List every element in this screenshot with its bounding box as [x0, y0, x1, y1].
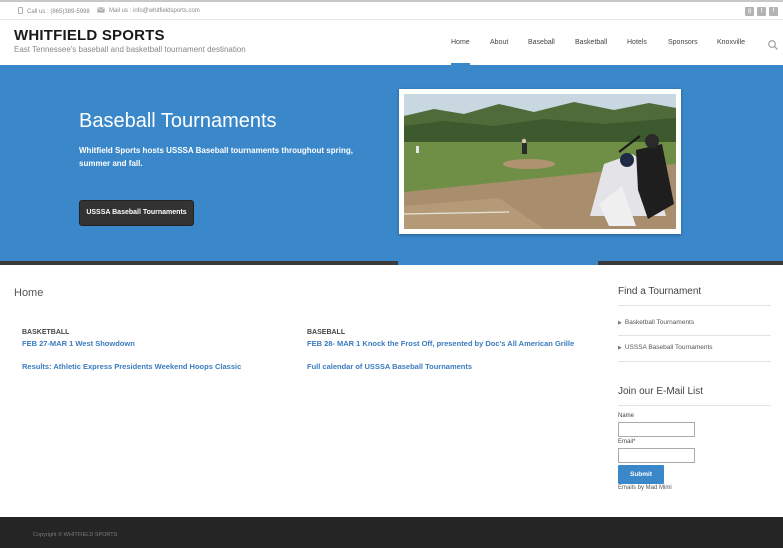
- nav-item-basketball[interactable]: Basketball: [575, 39, 607, 46]
- hero-cta-button[interactable]: USSSA Baseball Tournaments: [79, 200, 194, 226]
- mad-mimi-link[interactable]: Emails by Mad Mimi: [618, 485, 672, 491]
- nav-item-knoxville[interactable]: Knoxville: [717, 39, 745, 46]
- find-tournament-title: Find a Tournament: [618, 286, 702, 297]
- slider-pagination: [0, 261, 783, 265]
- baseball-game-image: [404, 94, 676, 229]
- hero-text: Whitfield Sports hosts USSSA Baseball to…: [79, 146, 353, 168]
- basketball-heading: BASKETBALL: [22, 329, 70, 336]
- divider: [618, 335, 771, 336]
- phone-contact: Call us : (865)389-5998: [18, 7, 90, 15]
- nav-item-baseball[interactable]: Baseball: [528, 39, 555, 46]
- google-plus-icon[interactable]: g: [745, 7, 754, 16]
- basketball-column: BASKETBALL FEB 27-MAR 1 West Showdown Re…: [22, 329, 307, 371]
- slide-indicator-1[interactable]: [0, 261, 197, 265]
- nav-item-hotels[interactable]: Hotels: [627, 39, 647, 46]
- mail-contact[interactable]: Mail us : info@whitfieldsports.com: [97, 7, 200, 14]
- submit-button[interactable]: Submit: [618, 465, 664, 484]
- nav-item-sponsors[interactable]: Sponsors: [668, 39, 698, 46]
- email-label: Email*: [618, 439, 636, 445]
- triangle-right-icon: ▶: [618, 320, 622, 326]
- baseball-heading: BASEBALL: [307, 329, 346, 336]
- sidebar-link-label: Basketball Tournaments: [624, 319, 695, 326]
- nav-item-home[interactable]: Home: [451, 39, 470, 46]
- top-bar: Call us : (865)389-5998 Mail us : info@w…: [0, 0, 783, 20]
- facebook-icon[interactable]: f: [769, 7, 778, 16]
- sidebar-link-label: USSSA Baseball Tournaments: [624, 344, 713, 351]
- name-field[interactable]: [618, 422, 695, 437]
- divider: [618, 361, 771, 362]
- twitter-icon[interactable]: t: [757, 7, 766, 16]
- slide-indicator-4[interactable]: [600, 261, 783, 265]
- site-tagline: East Tennessee's baseball and basketball…: [14, 45, 246, 54]
- phone-text: Call us : (865)389-5998: [27, 9, 90, 15]
- divider: [618, 305, 771, 306]
- name-label: Name: [618, 413, 635, 419]
- baseball-calendar-link[interactable]: Full calendar of USSSA Baseball Tourname…: [307, 362, 592, 371]
- mail-icon: [97, 7, 105, 13]
- triangle-right-icon: ▶: [618, 345, 622, 351]
- site-footer: Copyright © WHITFIELD SPORTS: [0, 517, 783, 548]
- hero-slider: Baseball Tournaments Whitfield Sports ho…: [0, 65, 783, 261]
- sidebar-link-basketball[interactable]: ▶ Basketball Tournaments: [618, 319, 694, 326]
- hero-photo: [399, 89, 681, 234]
- slide-indicator-3-active[interactable]: [398, 261, 598, 265]
- email-list-title: Join our E-Mail List: [618, 386, 704, 397]
- hero-title: Baseball Tournaments: [79, 110, 277, 132]
- basketball-results-link[interactable]: Results: Athletic Express Presidents Wee…: [22, 362, 307, 371]
- nav-item-about[interactable]: About: [490, 39, 508, 46]
- baseball-column: BASEBALL FEB 28- MAR 1 Knock the Frost O…: [307, 329, 592, 371]
- basketball-event-link[interactable]: FEB 27-MAR 1 West Showdown: [22, 339, 307, 348]
- divider: [618, 405, 771, 406]
- slide-indicator-2[interactable]: [199, 261, 396, 265]
- copyright-text: Copyright © WHITFIELD SPORTS: [33, 532, 118, 538]
- site-header: WHITFIELD SPORTS East Tennessee's baseba…: [0, 20, 783, 65]
- page-title: Home: [14, 287, 44, 299]
- mail-text: Mail us : info@whitfieldsports.com: [109, 8, 200, 14]
- phone-icon: [18, 7, 23, 14]
- email-field[interactable]: [618, 448, 695, 463]
- site-title[interactable]: WHITFIELD SPORTS: [14, 27, 165, 44]
- sidebar-link-baseball[interactable]: ▶ USSSA Baseball Tournaments: [618, 344, 713, 351]
- search-icon[interactable]: [767, 39, 779, 51]
- baseball-event-link[interactable]: FEB 28- MAR 1 Knock the Frost Off, prese…: [307, 339, 592, 348]
